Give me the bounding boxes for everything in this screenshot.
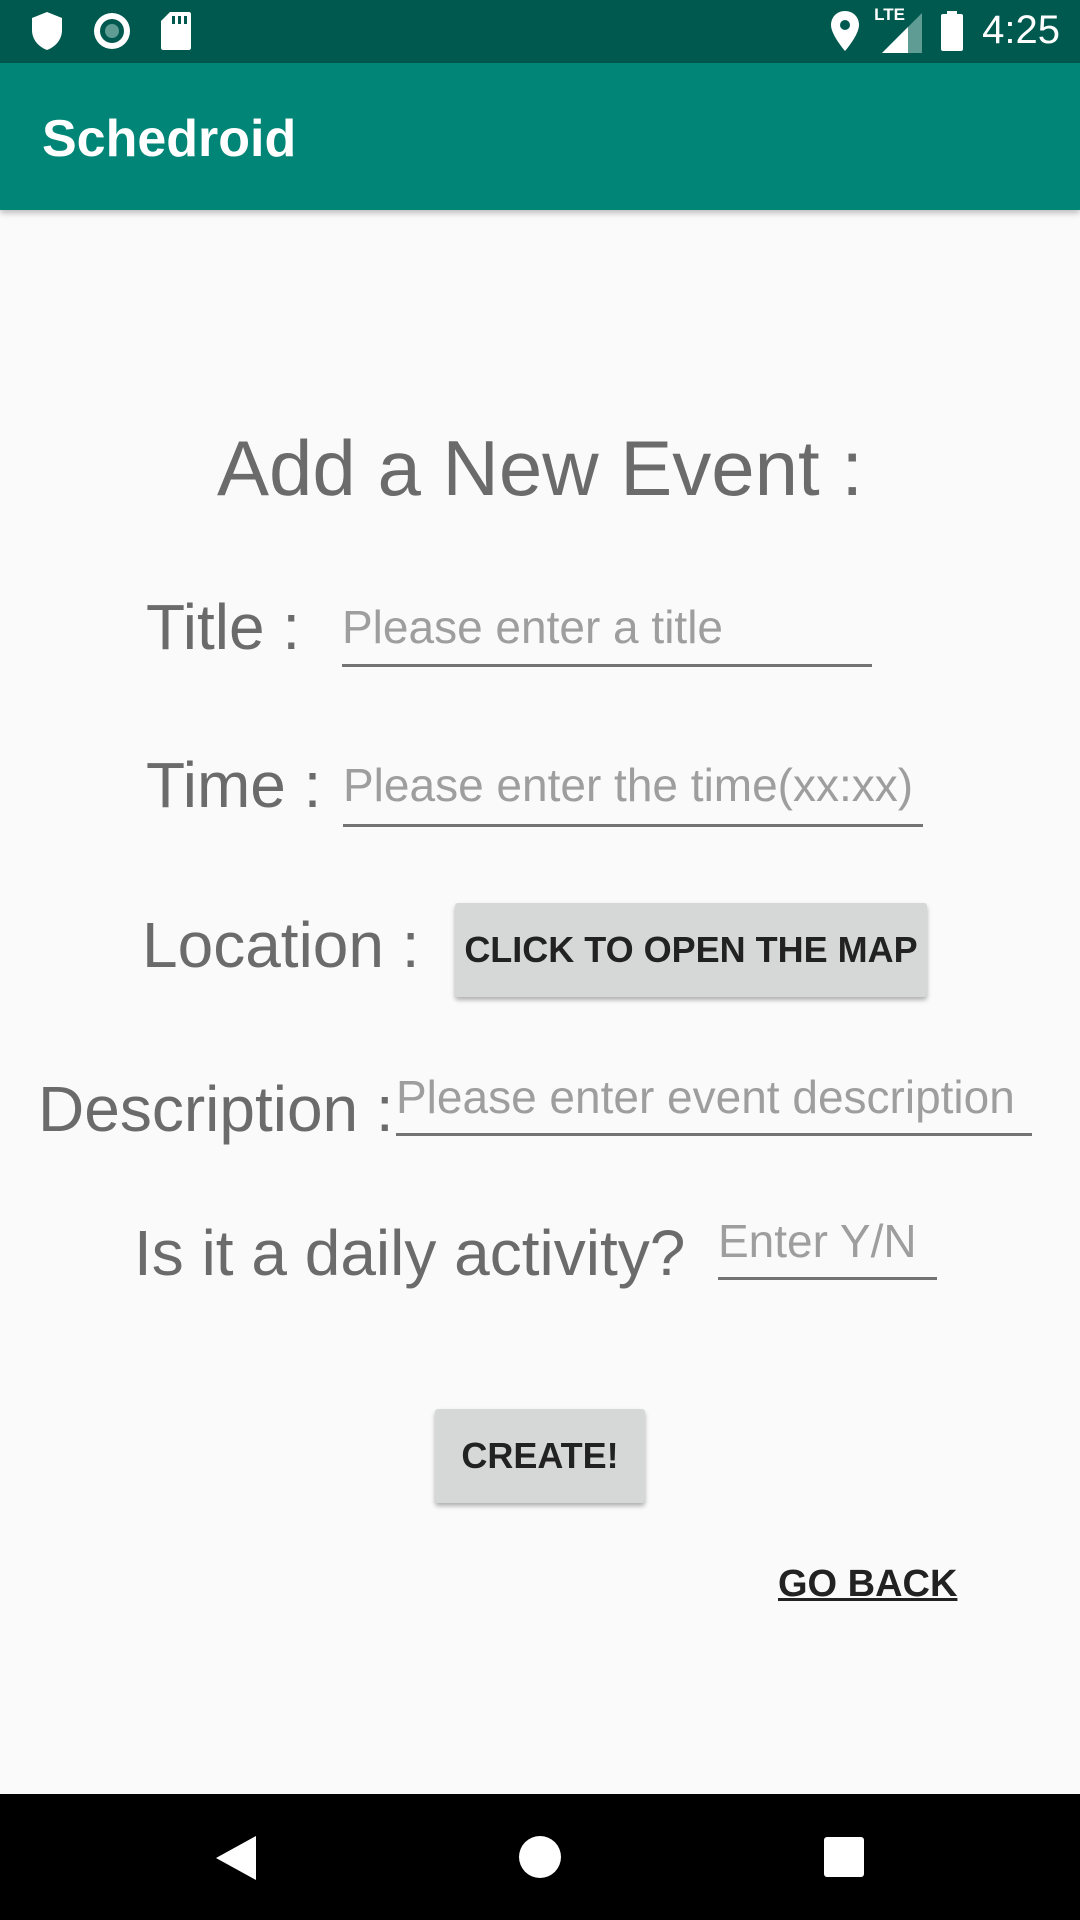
time-input[interactable]: Please enter the time(xx:xx): [343, 758, 923, 827]
home-icon[interactable]: [518, 1835, 562, 1879]
app-title: Schedroid: [42, 110, 297, 168]
app-bar: Schedroid: [0, 63, 1080, 210]
description-label: Description :: [38, 1073, 394, 1145]
daily-activity-input[interactable]: Enter Y/N: [718, 1214, 937, 1280]
location-pin-icon: [831, 10, 860, 51]
create-button[interactable]: CREATE!: [435, 1409, 645, 1503]
location-label: Location :: [142, 909, 420, 981]
title-input[interactable]: Please enter a title: [342, 600, 872, 667]
time-label: Time :: [146, 749, 322, 821]
recents-icon[interactable]: [824, 1837, 864, 1877]
go-back-link[interactable]: GO BACK: [778, 1563, 957, 1606]
open-map-button[interactable]: CLICK TO OPEN THE MAP: [455, 903, 927, 997]
navigation-bar: [0, 1794, 1080, 1920]
status-right-icons: LTE 4:25: [830, 5, 1060, 53]
network-type-label: LTE: [874, 4, 905, 24]
daily-activity-label: Is it a daily activity?: [134, 1217, 686, 1289]
status-left-icons: [30, 11, 192, 51]
description-input[interactable]: Please enter event description: [396, 1070, 1032, 1136]
back-icon[interactable]: [214, 1834, 258, 1882]
record-icon: [94, 13, 130, 49]
title-label: Title :: [146, 591, 301, 663]
battery-icon: [941, 10, 964, 51]
status-time: 4:25: [982, 8, 1060, 52]
sd-card-icon: [161, 12, 191, 50]
lte-signal-icon: LTE: [874, 5, 923, 53]
status-bar: LTE 4:25: [0, 0, 1080, 63]
shield-icon: [32, 12, 62, 50]
page-heading: Add a New Event :: [216, 424, 863, 512]
